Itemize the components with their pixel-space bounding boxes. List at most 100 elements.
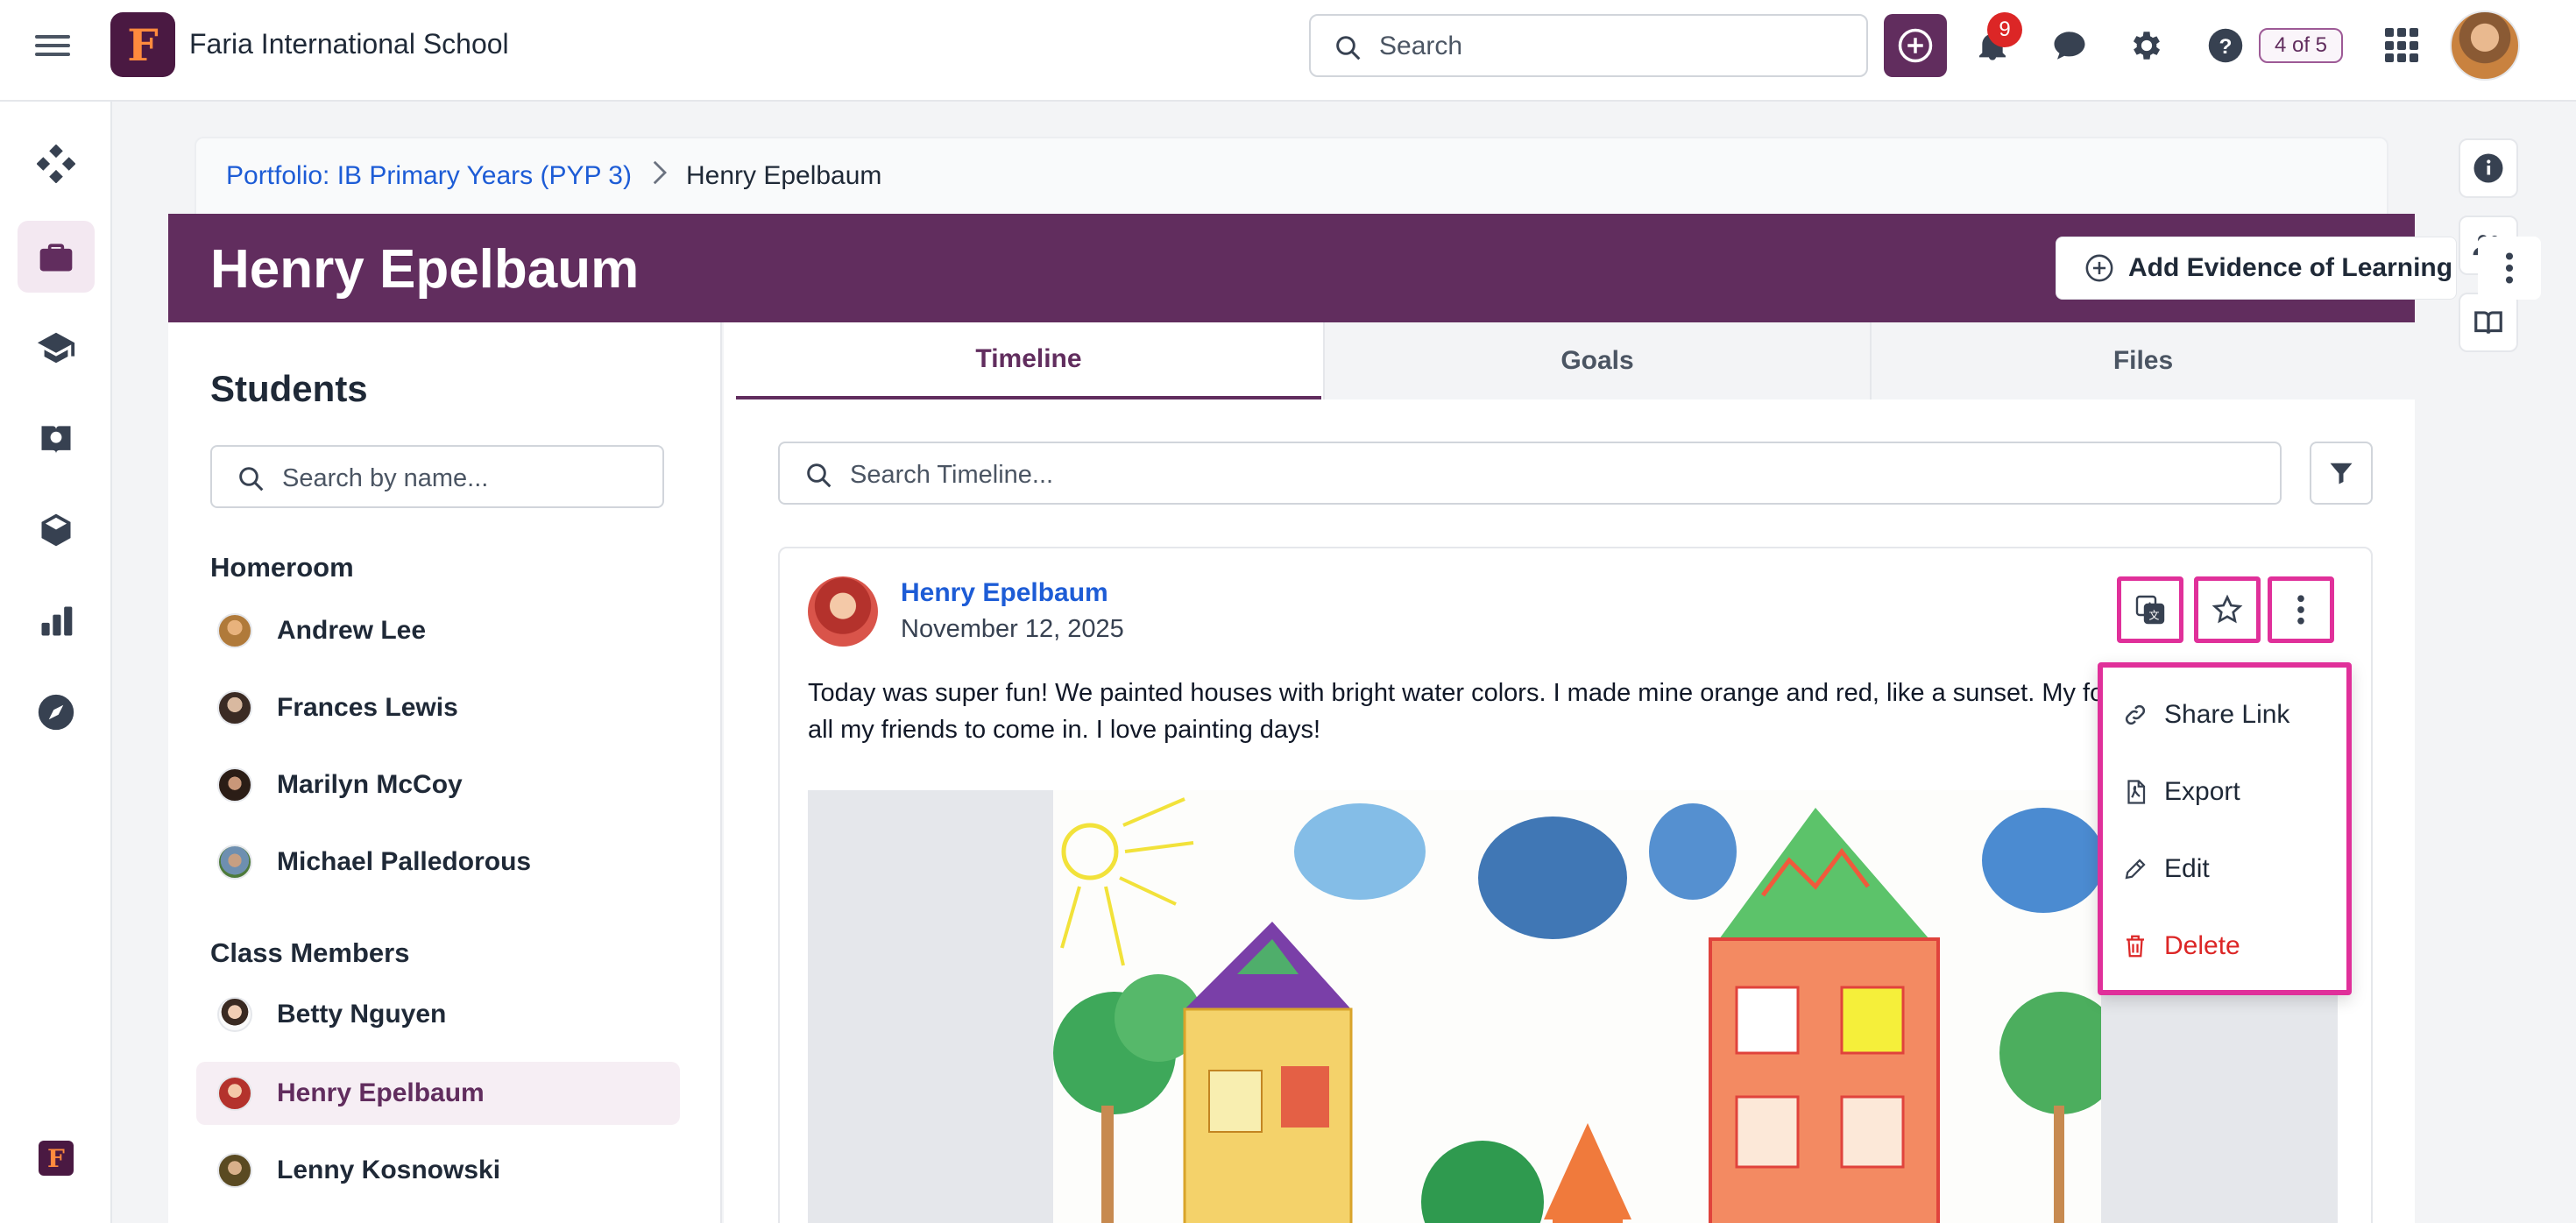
menu-item-export[interactable]: Export — [2122, 766, 2332, 818]
tab-files[interactable]: Files — [1870, 322, 2415, 399]
star-icon — [2212, 594, 2243, 624]
student-avatar — [217, 1153, 252, 1188]
guide-button[interactable] — [2459, 293, 2518, 352]
student-name: Andrew Lee — [277, 616, 427, 645]
search-icon — [1336, 36, 1361, 60]
filter-button[interactable] — [2310, 442, 2373, 505]
nav-units[interactable] — [18, 494, 95, 566]
page-counter[interactable]: 4 of 5 — [2259, 28, 2343, 63]
nav-dashboard[interactable] — [18, 128, 95, 200]
student-item[interactable]: Betty Nguyen — [196, 983, 680, 1046]
svg-text:文: 文 — [2148, 609, 2159, 622]
student-name: Michael Palledorous — [277, 847, 532, 876]
menu-item-share-link[interactable]: Share Link — [2122, 689, 2332, 741]
tab-timeline[interactable]: Timeline — [736, 322, 1321, 399]
user-avatar[interactable] — [2450, 11, 2520, 81]
plus-circle-icon — [2085, 254, 2113, 282]
school-name[interactable]: Faria International School — [189, 28, 509, 60]
student-avatar — [217, 767, 252, 802]
chevron-right-icon — [651, 160, 667, 192]
apps-grid-icon[interactable] — [2385, 28, 2420, 63]
student-search-input[interactable] — [282, 461, 650, 496]
search-icon — [239, 467, 264, 491]
translate-icon: A文 — [2135, 595, 2165, 625]
student-avatar — [217, 1076, 252, 1111]
student-avatar — [217, 845, 252, 880]
breadcrumb-current: Henry Epelbaum — [685, 161, 882, 190]
student-item[interactable]: Marilyn McCoy — [196, 753, 680, 817]
help-button[interactable]: ? — [2204, 25, 2247, 67]
student-item[interactable]: Andrew Lee — [196, 599, 680, 662]
breadcrumb: Portfolio: IB Primary Years (PYP 3) Henr… — [195, 137, 2388, 214]
student-search[interactable] — [210, 445, 664, 508]
graduation-cap-icon — [37, 332, 75, 364]
school-logo[interactable]: F — [110, 12, 175, 77]
student-name: Betty Nguyen — [277, 1000, 447, 1029]
info-button[interactable] — [2459, 138, 2518, 198]
student-item[interactable]: Frances Lewis — [196, 676, 680, 739]
global-search-input[interactable] — [1379, 28, 1835, 65]
post-author-name[interactable]: Henry Epelbaum — [901, 578, 1108, 608]
open-book-icon — [2474, 311, 2502, 334]
nav-reports[interactable] — [18, 585, 95, 657]
post-image[interactable] — [1053, 790, 2101, 1223]
student-item-selected[interactable]: Henry Epelbaum — [196, 1062, 680, 1125]
menu-item-label: Export — [2164, 777, 2240, 806]
create-button[interactable] — [1884, 14, 1947, 77]
bar-chart-icon — [41, 606, 73, 636]
nav-curriculum[interactable] — [18, 403, 95, 475]
student-name: Frances Lewis — [277, 693, 458, 722]
info-icon — [2473, 153, 2503, 183]
student-avatar — [217, 997, 252, 1032]
tab-goals[interactable]: Goals — [1323, 322, 1870, 399]
post-date: November 12, 2025 — [901, 615, 1124, 643]
pdf-icon — [2127, 780, 2146, 804]
help-circle-icon: ? — [2208, 28, 2243, 63]
link-icon — [2125, 704, 2146, 725]
student-avatar — [217, 690, 252, 725]
svg-text:?: ? — [2219, 35, 2233, 59]
menu-item-delete[interactable]: Delete — [2122, 920, 2332, 972]
filter-icon — [2330, 463, 2353, 484]
nav-explore[interactable] — [18, 676, 95, 748]
header-more-button[interactable] — [2478, 237, 2541, 300]
search-icon — [807, 463, 832, 488]
student-avatar — [217, 613, 252, 648]
student-item[interactable]: Lenny Kosnowski — [196, 1139, 680, 1202]
add-evidence-button[interactable]: Add Evidence of Learning — [2056, 237, 2457, 300]
menu-item-label: Delete — [2164, 931, 2240, 960]
hamburger-menu-icon[interactable] — [35, 30, 70, 65]
left-navigation: F — [0, 102, 112, 1223]
watercolor-houses-painting — [1053, 797, 2101, 1223]
favorite-button[interactable] — [2194, 576, 2261, 643]
students-heading: Students — [210, 368, 368, 409]
timeline-search[interactable] — [778, 442, 2282, 505]
student-name: Lenny Kosnowski — [277, 1156, 501, 1184]
more-vertical-icon — [2505, 252, 2514, 284]
translate-button[interactable]: A文 — [2117, 576, 2183, 643]
student-item[interactable]: Michael Palledorous — [196, 831, 680, 894]
post-author-avatar[interactable] — [808, 576, 878, 647]
gear-icon — [2133, 32, 2161, 60]
timeline-search-input[interactable] — [850, 457, 2252, 492]
book-globe-icon — [41, 426, 71, 454]
homeroom-label: Homeroom — [210, 552, 354, 583]
student-name: Marilyn McCoy — [277, 770, 463, 799]
page-header: Henry Epelbaum Add Evidence of Learning — [168, 214, 2541, 322]
menu-item-label: Share Link — [2164, 700, 2290, 729]
settings-button[interactable] — [2126, 25, 2168, 67]
compass-icon — [38, 694, 74, 731]
global-search[interactable] — [1309, 14, 1868, 77]
nav-classes[interactable] — [18, 312, 95, 384]
trash-icon — [2127, 935, 2144, 958]
messages-button[interactable] — [2049, 25, 2091, 67]
chat-bubble-icon — [2054, 32, 2085, 60]
class-members-label: Class Members — [210, 937, 410, 968]
breadcrumb-portfolio-link[interactable]: Portfolio: IB Primary Years (PYP 3) — [226, 161, 632, 191]
briefcase-icon — [39, 244, 73, 272]
student-name: Henry Epelbaum — [277, 1078, 485, 1107]
post-more-button[interactable] — [2268, 576, 2334, 643]
menu-item-edit[interactable]: Edit — [2122, 843, 2332, 895]
nav-portfolio[interactable] — [18, 221, 95, 293]
faria-logo[interactable]: F — [39, 1141, 74, 1176]
